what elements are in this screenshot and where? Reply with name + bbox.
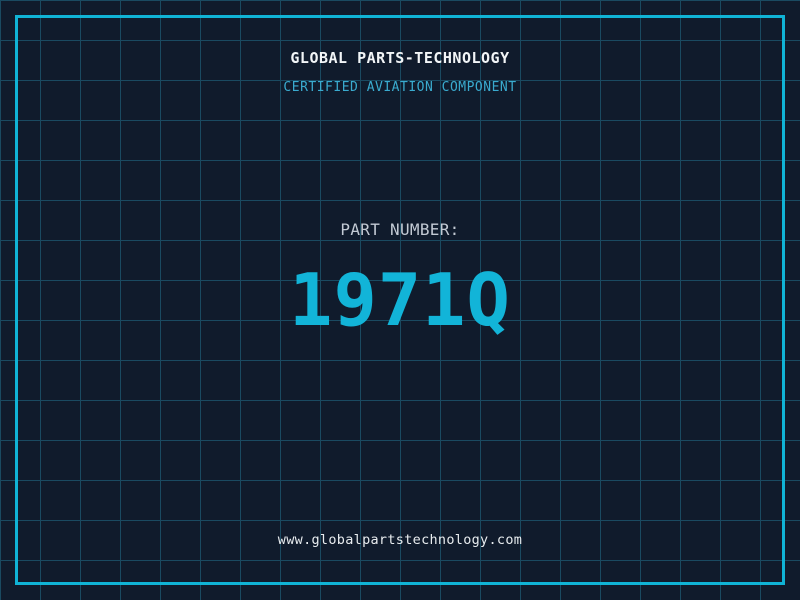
brand-subtitle: CERTIFIED AVIATION COMPONENT xyxy=(283,80,517,95)
website-url: www.globalpartstechnology.com xyxy=(277,532,523,548)
brand-title: GLOBAL PARTS-TECHNOLOGY xyxy=(290,49,510,67)
part-number-label: PART NUMBER: xyxy=(340,220,460,239)
part-number-value: 1971Q xyxy=(289,258,511,342)
